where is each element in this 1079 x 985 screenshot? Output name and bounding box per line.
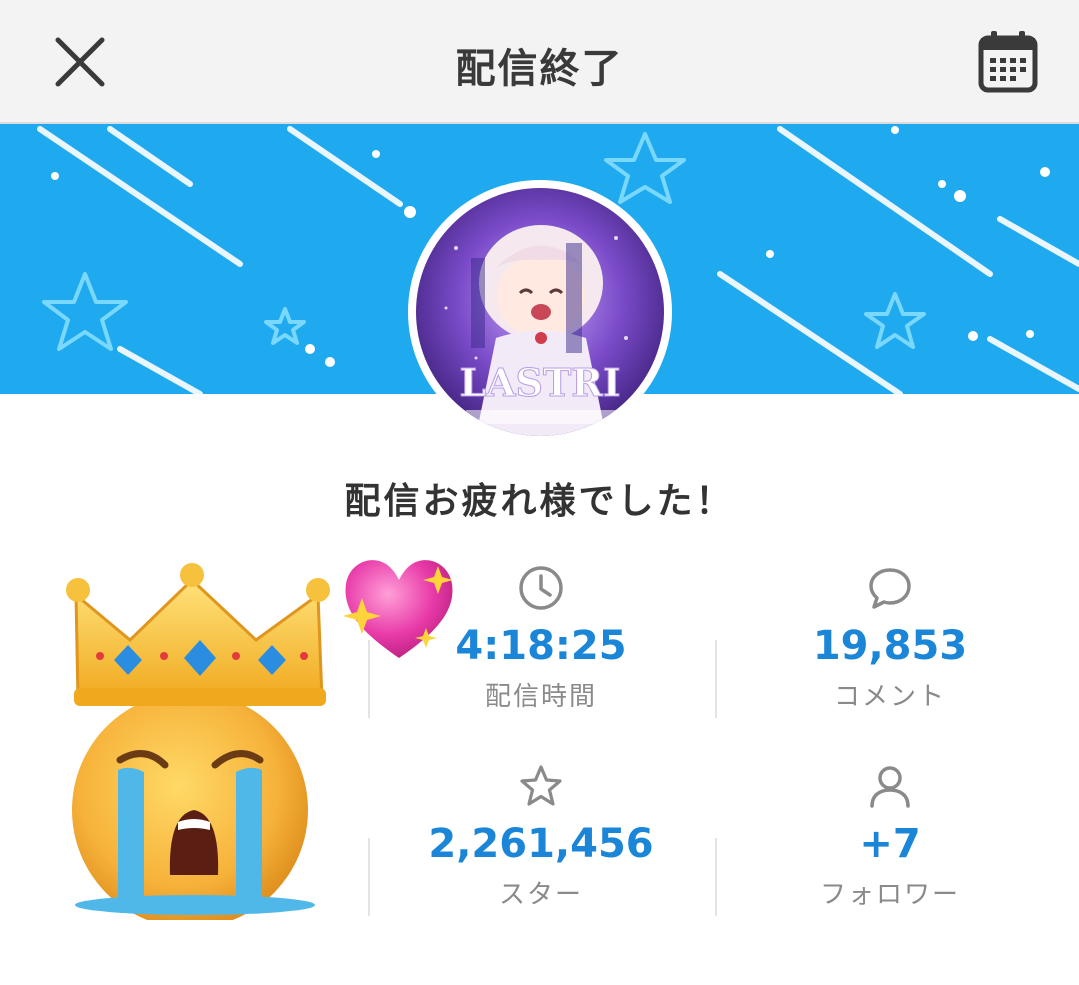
avatar-logo-text: LASTRI [459,360,620,405]
comment-bubble-icon [869,568,911,609]
clock-icon [519,566,563,610]
sparkling-heart-sticker [334,546,464,666]
stat-value: 2,261,456 [428,821,654,867]
calendar-icon [978,31,1038,93]
stat-comments: 19,853 コメント [740,564,1040,713]
stat-label: フォロワー [819,880,960,910]
stat-value: +7 [859,821,921,867]
stream-thumbnail-avatar: LASTRI [416,188,664,436]
top-bar: 配信終了 [0,0,1079,124]
calendar-button[interactable] [976,28,1040,96]
page-title: 配信終了 [455,46,624,92]
thanks-message: 配信お疲れ様でした！ [344,481,735,522]
person-icon [870,766,910,808]
crying-crown-emoji-sticker [60,560,340,928]
sparkling-heart-icon [343,560,453,658]
stat-divider [715,838,717,916]
stat-followers: +7 フォロワー [740,762,1040,911]
stat-label: 配信時間 [484,682,597,712]
stat-label: スター [498,880,583,910]
stat-value: 19,853 [812,623,968,669]
stat-label: コメント [833,682,946,712]
star-icon [520,765,562,806]
stat-divider [368,838,370,916]
stat-divider [715,640,717,718]
crying-face-with-crown-icon [66,563,330,928]
streamer-avatar[interactable]: LASTRI [408,180,672,444]
stat-stars: 2,261,456 スター [391,762,691,911]
